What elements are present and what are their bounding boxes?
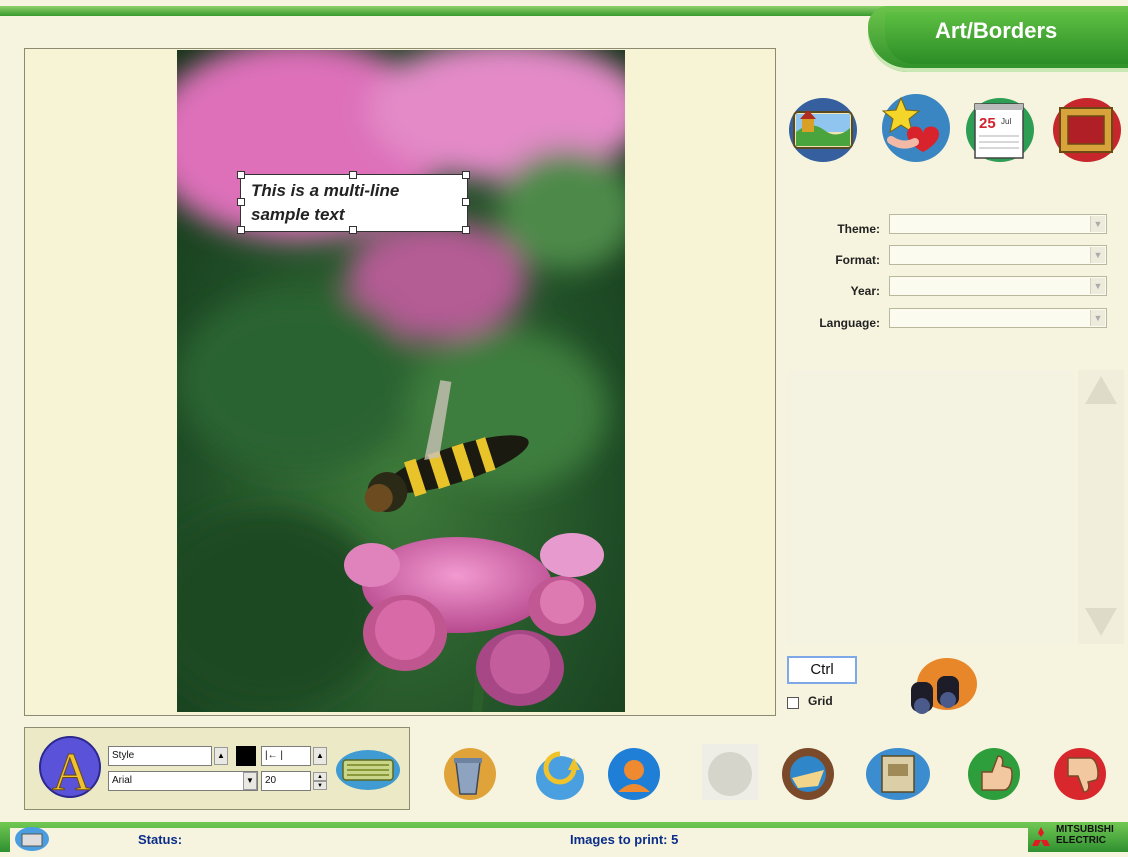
calendar-day: 25 bbox=[979, 115, 996, 132]
printer-icon[interactable] bbox=[14, 826, 50, 857]
year-label: Year: bbox=[850, 284, 880, 298]
photo-canvas[interactable] bbox=[177, 50, 625, 712]
print-box-icon[interactable] bbox=[864, 742, 930, 802]
size-down-button[interactable]: ▼ bbox=[313, 781, 327, 790]
resize-handle[interactable] bbox=[349, 171, 357, 179]
landscape-scene-icon[interactable] bbox=[786, 92, 860, 166]
scroll-down-icon[interactable] bbox=[1083, 606, 1119, 643]
thumbs-down-icon[interactable] bbox=[1050, 742, 1110, 802]
font-select[interactable]: Arial bbox=[108, 771, 258, 791]
binoculars-icon[interactable] bbox=[903, 654, 979, 725]
resize-handle[interactable] bbox=[237, 226, 245, 234]
ctrl-button[interactable]: Ctrl bbox=[787, 656, 857, 684]
chevron-down-icon[interactable]: ▼ bbox=[1090, 310, 1105, 326]
format-select[interactable]: ▼ bbox=[889, 245, 1107, 265]
align-field[interactable]: |← | bbox=[261, 746, 311, 766]
page-title: Art/Borders bbox=[935, 18, 1058, 43]
grid-label: Grid bbox=[808, 694, 833, 708]
bee-flower-photo bbox=[177, 50, 625, 712]
chevron-down-icon[interactable]: ▼ bbox=[243, 772, 257, 790]
resize-handle[interactable] bbox=[462, 171, 470, 179]
format-label: Format: bbox=[835, 253, 880, 267]
resize-handle[interactable] bbox=[237, 171, 245, 179]
trash-icon[interactable] bbox=[438, 742, 498, 802]
align-up-button[interactable]: ▲ bbox=[313, 747, 327, 765]
brand-text: MITSUBISHI ELECTRIC bbox=[1056, 824, 1114, 846]
theme-select[interactable]: ▼ bbox=[889, 214, 1107, 234]
font-letter-icon[interactable]: A bbox=[38, 734, 102, 805]
size-field[interactable]: 20 bbox=[261, 771, 311, 791]
language-label: Language: bbox=[819, 316, 880, 330]
color-swatch[interactable] bbox=[236, 746, 256, 766]
grid-checkbox[interactable] bbox=[787, 697, 799, 709]
star-heart-icon[interactable] bbox=[879, 90, 953, 164]
art-list[interactable] bbox=[787, 370, 1073, 644]
brand-line-1: MITSUBISHI bbox=[1056, 824, 1114, 835]
chevron-down-icon[interactable]: ▼ bbox=[1090, 278, 1105, 294]
status-label: Status: bbox=[138, 832, 183, 847]
theme-label: Theme: bbox=[837, 222, 880, 236]
keyboard-icon[interactable] bbox=[335, 748, 401, 797]
scrollbar[interactable] bbox=[1078, 370, 1124, 644]
resize-handle[interactable] bbox=[462, 226, 470, 234]
language-select[interactable]: ▼ bbox=[889, 308, 1107, 328]
portrait-icon[interactable] bbox=[604, 742, 664, 802]
text-box-line-1: This is a multi-line bbox=[251, 181, 400, 200]
images-to-print: Images to print: 5 bbox=[570, 832, 679, 847]
chevron-down-icon[interactable]: ▼ bbox=[1090, 247, 1105, 263]
rotate-icon[interactable] bbox=[530, 742, 590, 802]
text-box-line-2: sample text bbox=[251, 205, 345, 224]
scroll-up-icon[interactable] bbox=[1083, 374, 1119, 411]
picture-frame-icon[interactable] bbox=[1050, 92, 1124, 166]
calendar-month: Jul bbox=[1001, 117, 1011, 126]
style-up-button[interactable]: ▲ bbox=[214, 747, 228, 765]
chevron-down-icon[interactable]: ▼ bbox=[1090, 216, 1105, 232]
year-select[interactable]: ▼ bbox=[889, 276, 1107, 296]
disabled-tool-icon bbox=[700, 742, 760, 802]
style-field[interactable]: Style bbox=[108, 746, 212, 766]
mitsubishi-logo-icon bbox=[1030, 826, 1052, 853]
text-box[interactable]: This is a multi-line sample text bbox=[240, 174, 468, 232]
resize-handle[interactable] bbox=[349, 226, 357, 234]
calendar-icon[interactable]: 25 Jul bbox=[963, 92, 1037, 166]
size-up-button[interactable]: ▲ bbox=[313, 772, 327, 781]
photo-edit-icon[interactable] bbox=[778, 742, 838, 802]
svg-text:A: A bbox=[52, 742, 91, 800]
resize-handle[interactable] bbox=[237, 198, 245, 206]
thumbs-up-icon[interactable] bbox=[964, 742, 1024, 802]
resize-handle[interactable] bbox=[462, 198, 470, 206]
brand-line-2: ELECTRIC bbox=[1056, 835, 1106, 846]
